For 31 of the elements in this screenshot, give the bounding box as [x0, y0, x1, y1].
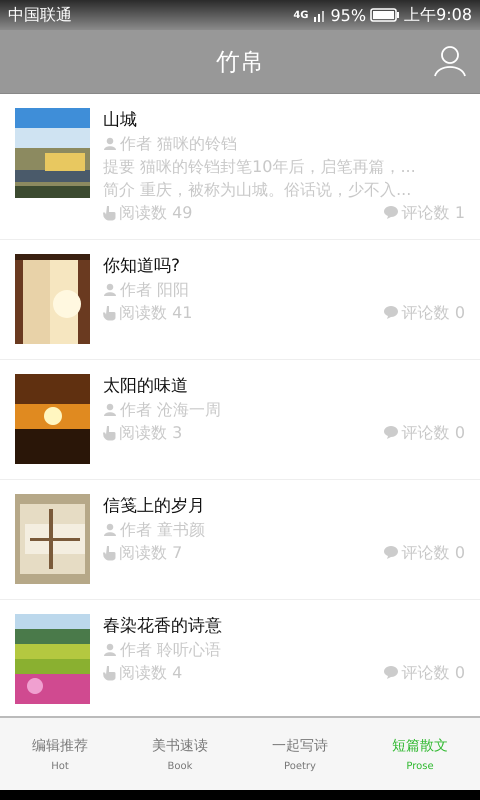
article-title: 山城: [103, 109, 138, 132]
person-icon: [103, 136, 117, 150]
person-icon: [103, 402, 117, 416]
clock: 上午9:08: [404, 4, 472, 26]
article-title: 你知道吗?: [103, 255, 182, 278]
nav-tab[interactable]: 美书速读 Book: [120, 718, 240, 790]
person-icon: [103, 522, 117, 536]
hand-icon: [103, 544, 116, 560]
nav-tab[interactable]: 一起写诗 Poetry: [240, 718, 360, 790]
profile-icon[interactable]: [433, 44, 467, 78]
hand-icon: [103, 204, 116, 220]
network-type: 4G: [293, 10, 308, 20]
person-icon: [103, 282, 117, 296]
article-title: 太阳的味道: [103, 375, 189, 398]
article-title: 信笺上的岁月: [103, 495, 206, 518]
comment-icon: [382, 665, 399, 680]
signal-icon: [312, 8, 326, 22]
hand-icon: [103, 304, 116, 320]
carrier-name: 中国联通: [8, 4, 72, 26]
article-title: 春染花香的诗意: [103, 615, 223, 638]
hand-icon: [103, 424, 116, 440]
nav-tab[interactable]: 编辑推荐 Hot: [0, 718, 120, 790]
comment-icon: [382, 205, 399, 220]
comment-icon: [382, 545, 399, 560]
comment-icon: [382, 305, 399, 320]
person-icon: [103, 642, 117, 656]
battery-percent: 95%: [330, 6, 366, 24]
app-title: 竹帛: [216, 46, 264, 78]
battery-icon: [370, 7, 400, 23]
hand-icon: [103, 664, 116, 680]
comment-icon: [382, 425, 399, 440]
